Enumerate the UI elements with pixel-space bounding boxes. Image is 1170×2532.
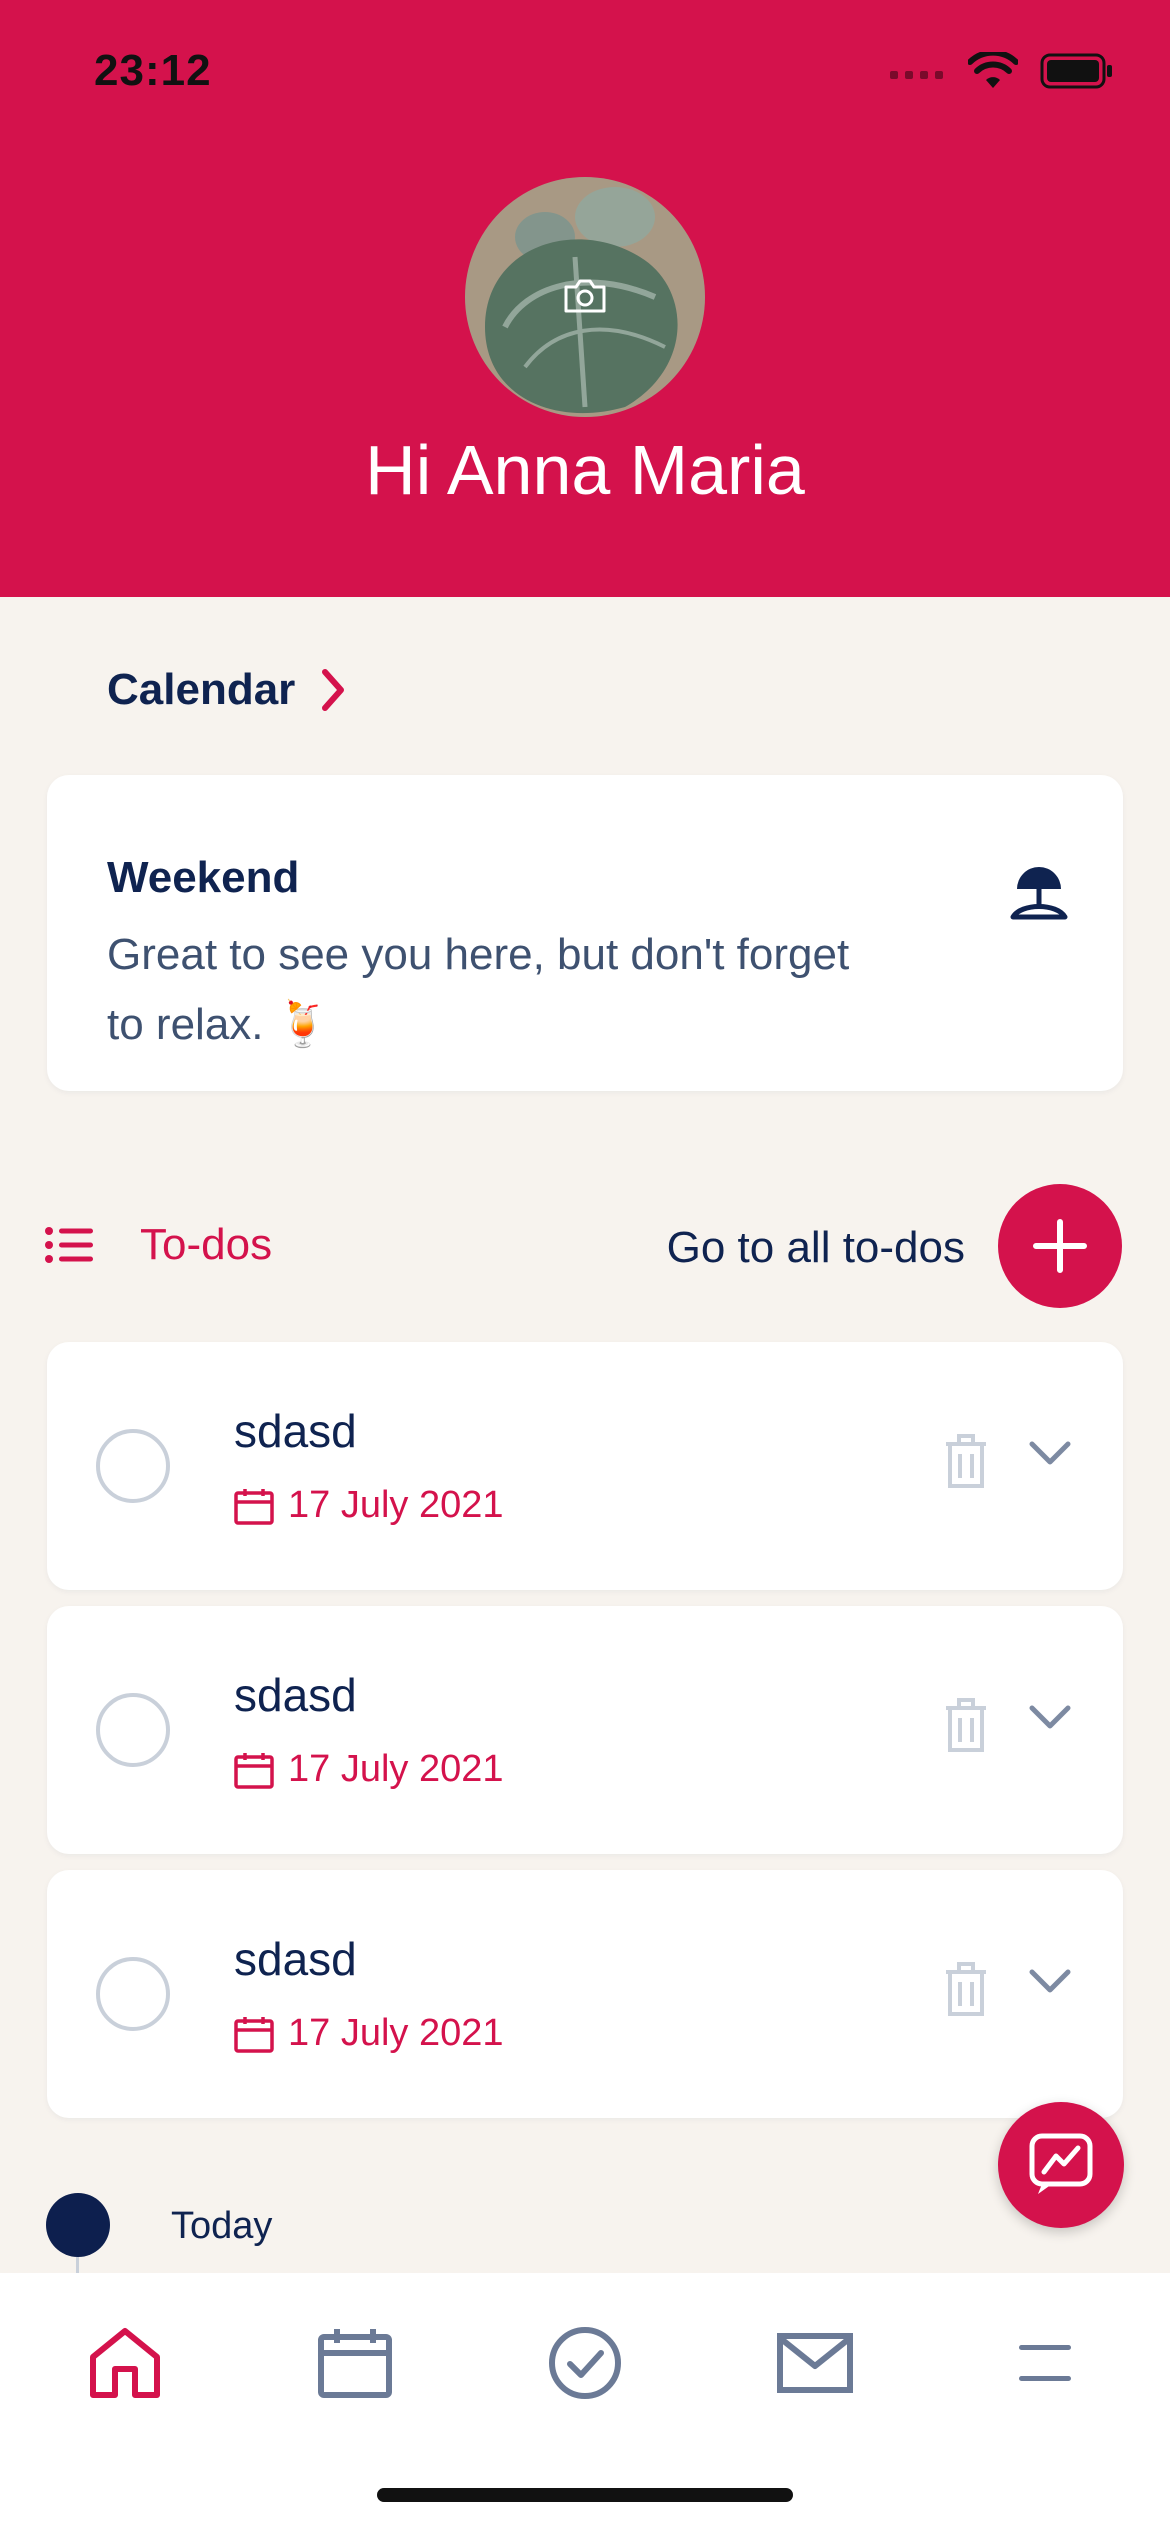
todo-checkbox[interactable] xyxy=(96,1429,170,1503)
calendar-label: Calendar xyxy=(107,665,296,714)
chat-chart-icon xyxy=(1029,2133,1093,2194)
camera-icon xyxy=(564,279,606,313)
check-circle-icon xyxy=(549,2327,621,2399)
go-to-all-todos-link[interactable]: Go to all to-dos xyxy=(667,1223,965,1273)
chevron-right-icon xyxy=(322,669,345,711)
todo-checkbox[interactable] xyxy=(96,1957,170,2031)
todo-title: sdasd xyxy=(234,1405,357,1457)
calendar-small-icon xyxy=(234,1752,274,1789)
todo-checkbox[interactable] xyxy=(96,1693,170,1767)
todo-item[interactable]: sdasd 17 July 2021 xyxy=(47,1342,1123,1590)
chevron-down-icon[interactable] xyxy=(1028,1968,1072,1996)
tab-calendar[interactable] xyxy=(295,2313,415,2413)
calendar-icon xyxy=(318,2329,392,2398)
chat-assistant-button[interactable] xyxy=(998,2102,1124,2228)
status-time: 23:12 xyxy=(94,46,212,95)
tab-messages[interactable] xyxy=(755,2313,875,2413)
profile-header: 23:12 Hi Anna Maria xyxy=(0,0,1170,597)
cellular-signal-icon xyxy=(890,71,943,79)
trash-icon[interactable] xyxy=(942,1696,990,1754)
list-icon[interactable] xyxy=(45,1227,93,1263)
home-indicator xyxy=(377,2488,793,2502)
todos-header: To-dos Go to all to-dos xyxy=(0,1180,1170,1310)
greeting-text: Hi Anna Maria xyxy=(365,431,805,509)
wifi-icon xyxy=(968,52,1018,88)
todo-date: 17 July 2021 xyxy=(234,2012,504,2055)
profile-avatar[interactable] xyxy=(465,177,705,417)
tab-menu[interactable] xyxy=(985,2313,1105,2413)
calendar-small-icon xyxy=(234,2016,274,2053)
todo-date-text: 17 July 2021 xyxy=(288,2012,504,2054)
timeline-dot xyxy=(46,2193,110,2257)
todo-title: sdasd xyxy=(234,1669,357,1721)
home-icon xyxy=(90,2328,160,2398)
todo-title: sdasd xyxy=(234,1933,357,1985)
chevron-down-icon[interactable] xyxy=(1028,1704,1072,1732)
calendar-link[interactable]: Calendar xyxy=(107,665,347,715)
today-label: Today xyxy=(171,2205,273,2247)
todo-item[interactable]: sdasd 17 July 2021 xyxy=(47,1870,1123,2118)
add-todo-button[interactable] xyxy=(998,1184,1122,1308)
trash-icon[interactable] xyxy=(942,1960,990,2018)
weekend-card: Weekend Great to see you here, but don't… xyxy=(47,775,1123,1091)
todos-label[interactable]: To-dos xyxy=(140,1220,272,1270)
beach-umbrella-icon xyxy=(1010,867,1068,920)
weekend-message: Great to see you here, but don't forget … xyxy=(107,930,850,1049)
mail-icon xyxy=(777,2333,853,2393)
plus-icon xyxy=(1033,1219,1087,1273)
todo-item[interactable]: sdasd 17 July 2021 xyxy=(47,1606,1123,1854)
status-icons xyxy=(890,52,1114,90)
tab-todos[interactable] xyxy=(525,2313,645,2413)
menu-icon xyxy=(1019,2345,1071,2381)
todo-date-text: 17 July 2021 xyxy=(288,1484,504,1526)
calendar-small-icon xyxy=(234,1488,274,1525)
trash-icon[interactable] xyxy=(942,1432,990,1490)
battery-icon xyxy=(1040,53,1112,89)
todo-date: 17 July 2021 xyxy=(234,1484,504,1527)
todo-date-text: 17 July 2021 xyxy=(288,1748,504,1790)
weekend-title: Weekend xyxy=(107,853,300,902)
chevron-down-icon[interactable] xyxy=(1028,1440,1072,1468)
tab-home[interactable] xyxy=(65,2313,185,2413)
todo-date: 17 July 2021 xyxy=(234,1748,504,1791)
